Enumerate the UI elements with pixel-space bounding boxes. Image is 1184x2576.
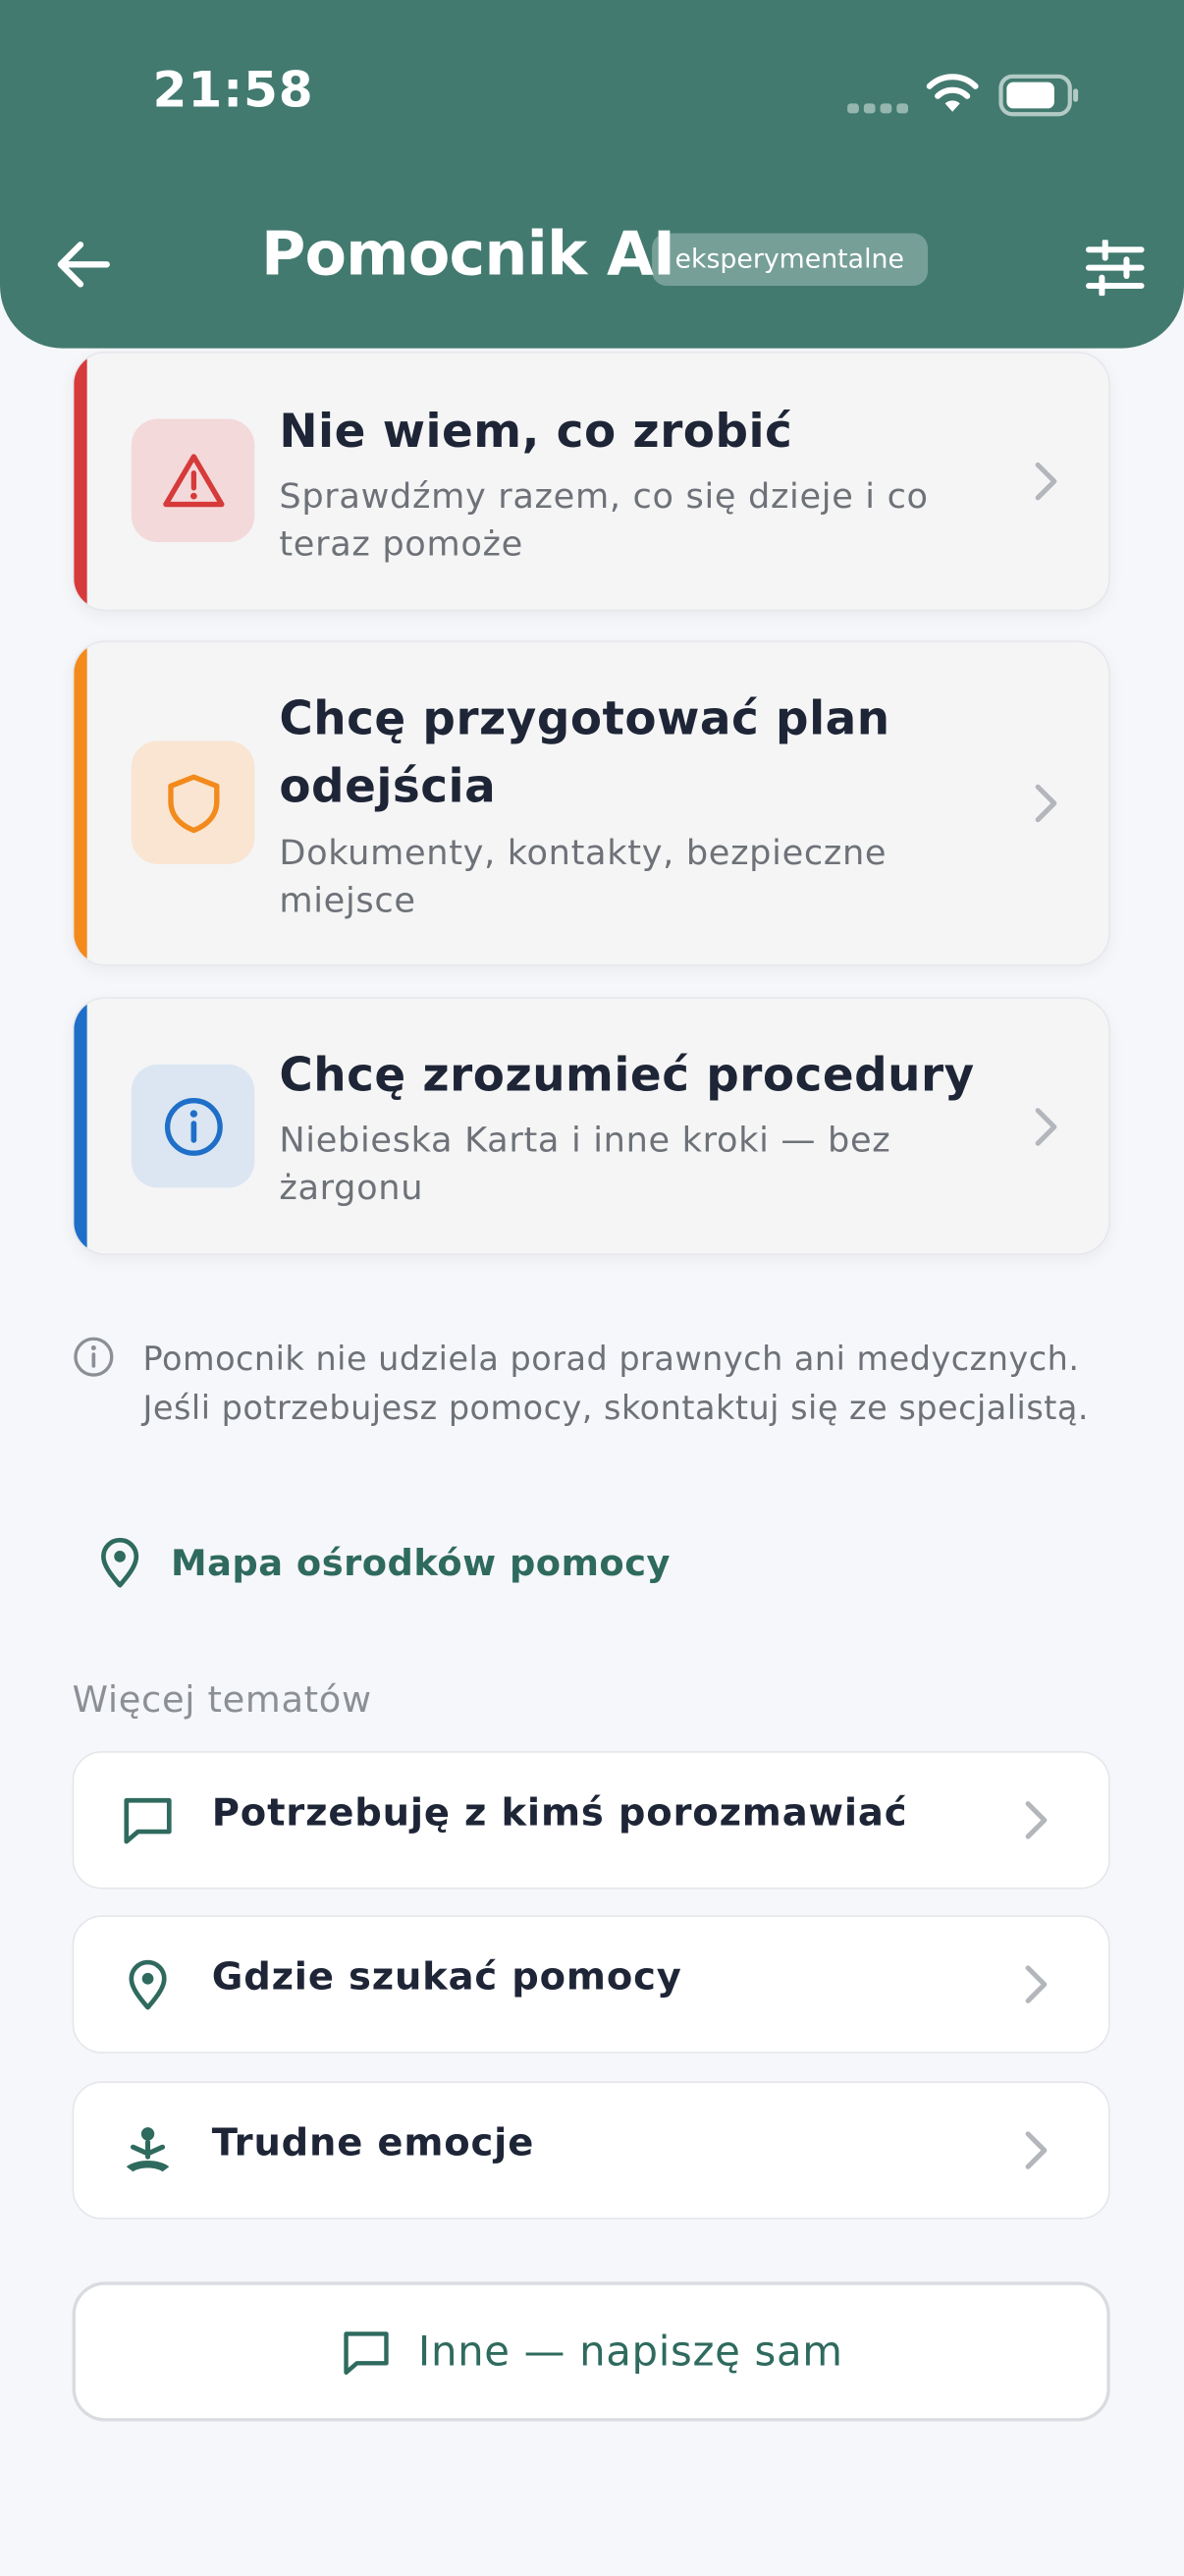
settings-button[interactable] <box>1077 230 1153 305</box>
topic-talk-to-someone[interactable]: Potrzebuję z kimś porozmawiać <box>72 1751 1110 1890</box>
chevron-right-icon <box>1025 2131 1048 2169</box>
chevron-right-icon <box>1025 1965 1048 2003</box>
card-accent-blue <box>74 999 87 1254</box>
card-icon-box <box>131 740 255 864</box>
card-exit-plan[interactable]: Chcę przygotować plan odejścia Dokumenty… <box>72 640 1110 966</box>
topic-label: Potrzebuję z kimś porozmawiać <box>211 1791 908 1836</box>
card-title: Chcę przygotować plan odejścia <box>279 691 890 813</box>
card-description: Dokumenty, kontakty, bezpieczne miejsce <box>279 833 888 920</box>
card-title: Chcę zrozumieć procedury <box>279 1048 975 1103</box>
chat-bubble-icon <box>343 2330 389 2375</box>
experimental-badge: eksperymentalne <box>652 233 928 287</box>
card-accent-red <box>74 353 87 610</box>
sliders-icon <box>1085 240 1145 297</box>
status-time: 21:58 <box>152 62 314 121</box>
map-link[interactable]: Mapa ośrodków pomocy <box>98 1534 671 1593</box>
arrow-left-icon <box>57 242 110 288</box>
app-screen: 21:58 Pomocnik AI eksperymentalne Nie wi… <box>0 0 1184 2576</box>
card-description: Sprawdźmy razem, co się dzieje i co tera… <box>279 476 929 564</box>
topic-label: Gdzie szukać pomocy <box>211 1956 682 2000</box>
app-header: 21:58 Pomocnik AI eksperymentalne <box>0 0 1184 349</box>
wifi-icon <box>926 74 979 112</box>
meditation-icon <box>126 2127 170 2172</box>
card-dont-know[interactable]: Nie wiem, co zrobić Sprawdźmy razem, co … <box>72 351 1110 612</box>
page-title: Pomocnik AI <box>260 218 675 290</box>
chevron-right-icon <box>1025 1801 1048 1839</box>
chevron-right-icon <box>1035 462 1057 501</box>
topic-where-to-find-help[interactable]: Gdzie szukać pomocy <box>72 1915 1110 2054</box>
back-button[interactable] <box>46 227 122 302</box>
info-icon <box>164 1097 222 1156</box>
disclaimer-text: Pomocnik nie udziela porad prawnych ani … <box>142 1339 1090 1428</box>
other-write-myself-button[interactable]: Inne — napiszę sam <box>72 2281 1110 2422</box>
card-title: Nie wiem, co zrobić <box>279 404 793 459</box>
chat-bubble-icon <box>124 1797 172 1844</box>
card-accent-orange <box>74 642 87 964</box>
topic-difficult-emotions[interactable]: Trudne emocje <box>72 2081 1110 2220</box>
other-button-label: Inne — napiszę sam <box>417 2328 843 2376</box>
topic-label: Trudne emocje <box>211 2122 535 2165</box>
chevron-right-icon <box>1035 1108 1057 1146</box>
card-description: Niebieska Karta i inne kroki — bez żargo… <box>279 1120 891 1208</box>
battery-icon <box>998 74 1079 117</box>
card-procedures[interactable]: Chcę zrozumieć procedury Niebieska Karta… <box>72 997 1110 1255</box>
info-circle-icon <box>74 1337 114 1377</box>
chevron-right-icon <box>1035 784 1057 823</box>
shield-icon <box>167 773 219 833</box>
map-link-label: Mapa ośrodków pomocy <box>170 1543 672 1585</box>
signal-icon <box>847 103 909 114</box>
card-icon-box <box>131 1064 255 1188</box>
card-icon-box <box>131 418 255 542</box>
warning-icon <box>162 453 224 507</box>
map-pin-icon <box>129 1959 167 2010</box>
map-pin-icon <box>101 1537 139 1588</box>
section-heading-more-topics: Więcej tematów <box>72 1680 372 1722</box>
